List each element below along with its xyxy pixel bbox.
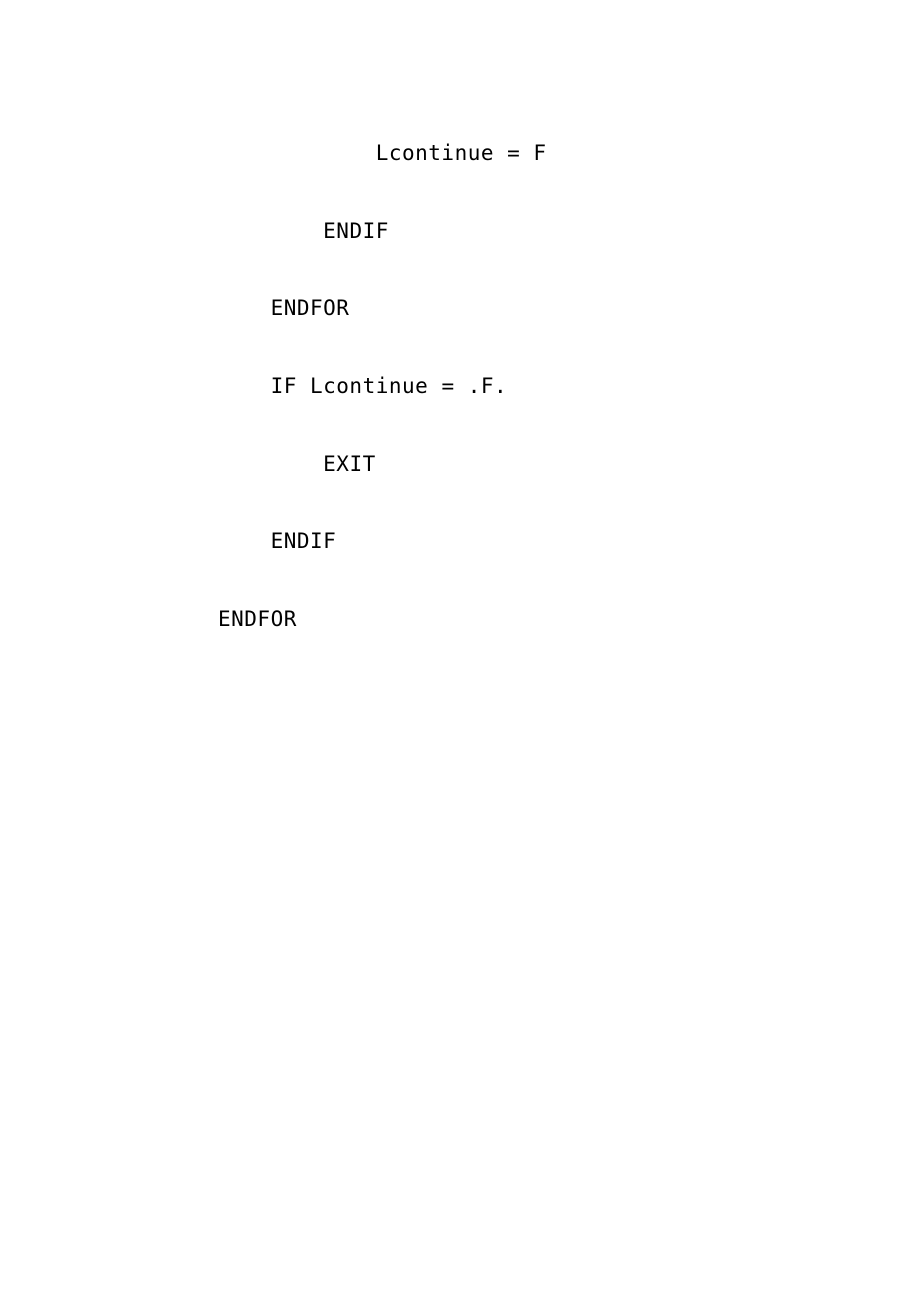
code-indent (218, 529, 271, 553)
code-indent (218, 374, 271, 398)
code-line: ENDFOR (218, 289, 920, 328)
code-line: ENDIF (218, 212, 920, 251)
code-text: Lcontinue = F (376, 141, 547, 165)
code-text: EXIT (323, 452, 376, 476)
code-block: Lcontinue = F ENDIF ENDFOR IF Lcontinue … (0, 0, 920, 678)
code-indent (218, 219, 323, 243)
code-line: Lcontinue = F (218, 134, 920, 173)
code-text: ENDIF (323, 219, 389, 243)
code-text: ENDFOR (218, 607, 297, 631)
code-indent (218, 452, 323, 476)
code-line: ENDIF (218, 522, 920, 561)
code-line: EXIT (218, 445, 920, 484)
code-text: IF Lcontinue = .F. (271, 374, 508, 398)
code-text: ENDFOR (271, 296, 350, 320)
code-text: ENDIF (271, 529, 337, 553)
code-indent (218, 296, 271, 320)
code-line: ENDFOR (218, 600, 920, 639)
code-line: IF Lcontinue = .F. (218, 367, 920, 406)
code-indent (218, 141, 376, 165)
